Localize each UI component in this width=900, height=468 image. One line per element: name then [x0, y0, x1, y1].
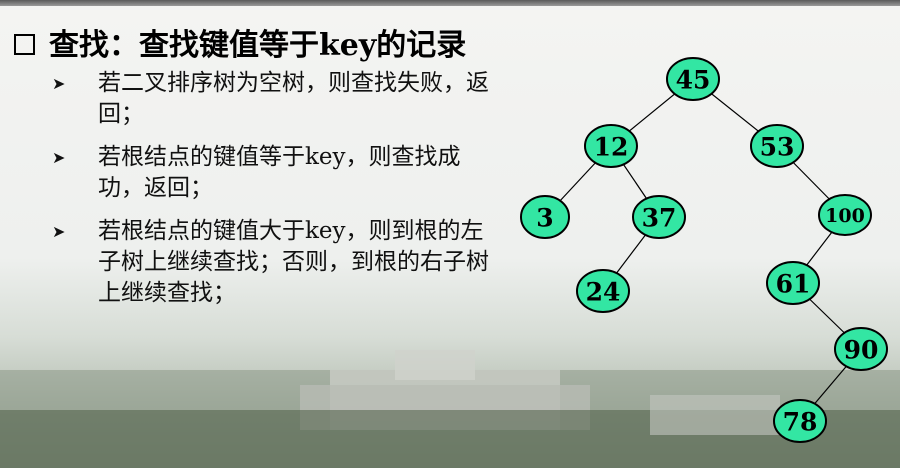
tree-node-12: 12	[584, 124, 638, 168]
tree-node-100: 100	[818, 194, 872, 236]
tree-node-37: 37	[632, 195, 686, 239]
tree-node-label: 12	[594, 133, 629, 162]
tree-node-label: 90	[844, 336, 879, 365]
tree-node-53: 53	[750, 124, 804, 168]
tree-node-label: 3	[536, 204, 553, 233]
tree-node-78: 78	[773, 399, 827, 443]
tree-node-3: 3	[520, 195, 570, 239]
tree-node-label: 53	[760, 133, 795, 162]
tree-node-label: 100	[825, 205, 865, 227]
binary-search-tree-diagram: 45 12 53 3 37 100 24 61 90 78	[520, 57, 888, 443]
tree-node-label: 61	[776, 270, 811, 299]
tree-node-61: 61	[766, 261, 820, 305]
tree-node-90: 90	[834, 327, 888, 371]
tree-node-24: 24	[576, 269, 630, 313]
tree-node-label: 78	[783, 408, 818, 437]
tree-node-45: 45	[666, 57, 720, 101]
tree-node-label: 45	[676, 66, 711, 95]
tree-node-label: 37	[642, 204, 677, 233]
tree-node-label: 24	[586, 278, 621, 307]
